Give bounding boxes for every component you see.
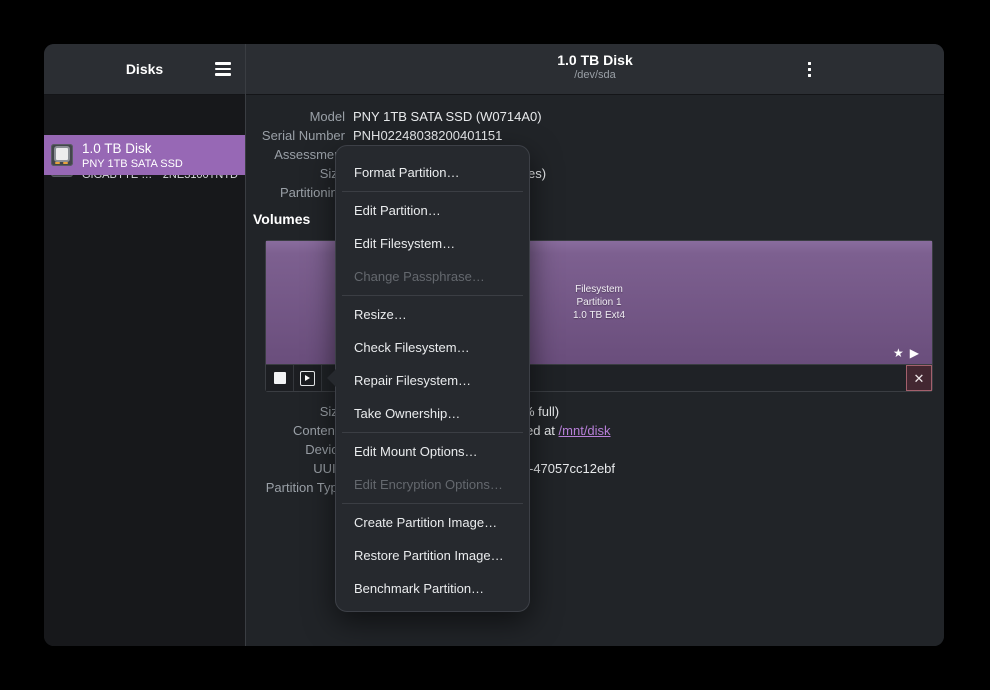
menu-separator [342, 191, 523, 192]
sidebar: Disks 1.0 TB Disk GIGABYTE GP-… 2NE3100T… [44, 44, 246, 646]
row-value: PNY 1TB SATA SSD (W0714A0) [353, 107, 542, 126]
disk-item-subtitle: PNY 1TB SATA SSD [82, 158, 183, 171]
unmount-button[interactable] [266, 365, 294, 391]
row-label: Partition Type [246, 478, 345, 497]
partition-options-popover: Format Partition… Edit Partition… Edit F… [335, 145, 530, 612]
menu-item-create-partition-image[interactable]: Create Partition Image… [336, 506, 529, 539]
star-icon: ★ [893, 346, 910, 360]
row-label: Partitioning [246, 183, 345, 202]
menu-separator [342, 432, 523, 433]
menu-item-resize[interactable]: Resize… [336, 298, 529, 331]
mount-point-link[interactable]: /mnt/disk [559, 423, 611, 438]
disk-item-text: 1.0 TB Disk PNY 1TB SATA SSD [82, 140, 238, 171]
row-value-fragment: es) [528, 164, 546, 183]
row-value-fragment: ed at [526, 423, 559, 438]
sidebar-item-disk-pny-selected[interactable]: 1.0 TB Disk PNY 1TB SATA SSD [44, 135, 245, 175]
sidebar-title: Disks [126, 61, 163, 77]
gnome-disks-window: Disks 1.0 TB Disk GIGABYTE GP-… 2NE3100T… [44, 44, 944, 646]
popover-arrow [327, 369, 336, 387]
window-title: 1.0 TB Disk [246, 44, 944, 68]
drive-info-row-serial: Serial Number PNH02248038200401151 [246, 126, 944, 145]
sidebar-headerbar: Disks [44, 44, 245, 95]
play-icon: ▶ [910, 346, 925, 360]
menu-item-restore-partition-image[interactable]: Restore Partition Image… [336, 539, 529, 572]
kebab-menu-button[interactable] [795, 55, 823, 83]
partition-options-button[interactable] [294, 365, 322, 391]
row-label: Device [246, 440, 345, 459]
row-label: Contents [246, 421, 345, 440]
row-value-fragment: -47057cc12ebf [529, 459, 615, 478]
row-label: Assessment [246, 145, 345, 164]
menu-item-edit-filesystem[interactable]: Edit Filesystem… [336, 227, 529, 260]
volumes-heading: Volumes [253, 211, 310, 227]
box-play-icon [300, 371, 315, 386]
row-label: Serial Number [246, 126, 345, 145]
row-label: Size [246, 402, 345, 421]
disk-item-title: 1.0 TB Disk [82, 141, 152, 156]
close-x-icon: ✕ [914, 372, 925, 385]
menu-item-format-partition[interactable]: Format Partition… [336, 156, 529, 189]
menu-separator [342, 503, 523, 504]
menu-item-benchmark-partition[interactable]: Benchmark Partition… [336, 572, 529, 605]
delete-partition-button[interactable]: ✕ [906, 365, 932, 391]
partition-emblems: ★▶ [893, 346, 925, 360]
menu-item-edit-mount-options[interactable]: Edit Mount Options… [336, 435, 529, 468]
row-label: UUID [246, 459, 345, 478]
stop-square-icon [274, 372, 286, 384]
menu-item-take-ownership[interactable]: Take Ownership… [336, 397, 529, 430]
row-label: Model [246, 107, 345, 126]
row-value: PNH02248038200401151 [353, 126, 502, 145]
main-headerbar: 1.0 TB Disk /dev/sda [246, 44, 944, 95]
menu-item-edit-encryption-options: Edit Encryption Options… [336, 468, 529, 501]
window-subtitle: /dev/sda [246, 68, 944, 82]
menu-separator [342, 295, 523, 296]
row-label: Size [246, 164, 345, 183]
hamburger-menu-button[interactable] [209, 55, 237, 83]
disk-drive-icon [51, 144, 73, 166]
menu-item-edit-partition[interactable]: Edit Partition… [336, 194, 529, 227]
menu-item-change-passphrase: Change Passphrase… [336, 260, 529, 293]
menu-item-repair-filesystem[interactable]: Repair Filesystem… [336, 364, 529, 397]
drive-info-row-model: Model PNY 1TB SATA SSD (W0714A0) [246, 107, 944, 126]
menu-item-check-filesystem[interactable]: Check Filesystem… [336, 331, 529, 364]
